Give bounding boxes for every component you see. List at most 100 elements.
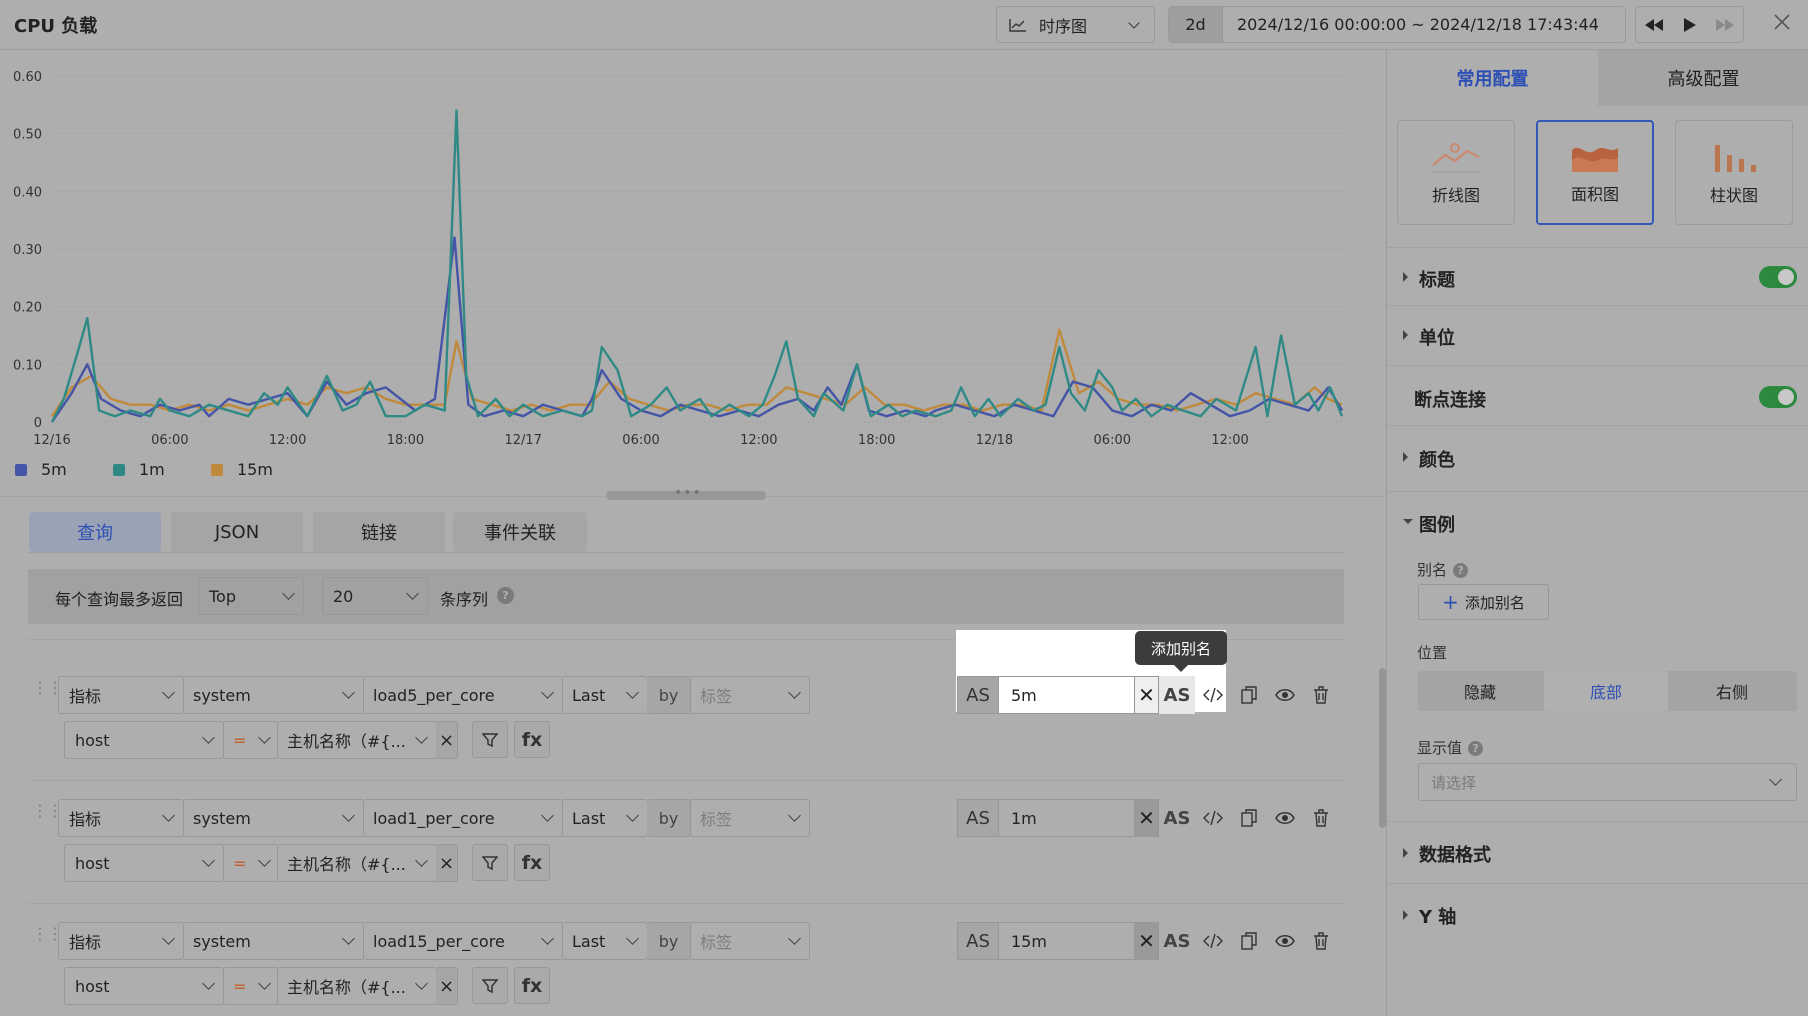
alias-toggle-button[interactable]: AS (1159, 676, 1195, 714)
eye-icon[interactable] (1267, 922, 1303, 960)
filter-remove-icon[interactable]: × (436, 721, 458, 759)
clear-alias-icon[interactable]: ✕ (1135, 676, 1159, 714)
group-by-select[interactable]: 标签 (690, 799, 810, 837)
filter-remove-icon[interactable]: × (436, 967, 458, 1005)
source-select[interactable]: 指标 (58, 922, 184, 960)
function-icon[interactable]: fx (514, 844, 550, 881)
filter-value-select[interactable]: 主机名称（#{... (277, 844, 437, 882)
position-hide[interactable]: 隐藏 (1418, 671, 1542, 711)
tab-query[interactable]: 查询 (29, 512, 161, 552)
code-icon[interactable] (1195, 676, 1231, 714)
aggregation-select[interactable]: Last (562, 676, 648, 714)
filter-icon[interactable] (472, 967, 508, 1004)
field-select[interactable]: load15_per_core (363, 922, 563, 960)
section-legend: 图例 别名? + 添加别名 位置 隐藏 底部 右侧 显示值? 请选择 (1387, 491, 1808, 821)
legend-item-5m[interactable]: 5m (15, 460, 67, 479)
limit-count-select[interactable]: 20 (322, 577, 428, 615)
tab-advanced-config[interactable]: 高级配置 (1598, 50, 1808, 106)
close-icon[interactable] (1774, 14, 1796, 36)
legend-item-1m[interactable]: 1m (113, 460, 165, 479)
copy-icon[interactable] (1231, 799, 1267, 837)
fast-forward-icon[interactable] (1707, 18, 1743, 31)
legend-item-15m[interactable]: 15m (211, 460, 273, 479)
filter-value-select[interactable]: 主机名称（#{... (277, 967, 437, 1005)
chart-type-area[interactable]: 面积图 (1536, 120, 1654, 225)
connect-toggle[interactable] (1759, 386, 1797, 408)
trash-icon[interactable] (1303, 676, 1339, 714)
filter-icon[interactable] (472, 721, 508, 758)
section-data-format[interactable]: 数据格式 (1387, 821, 1808, 883)
tab-event-correlation[interactable]: 事件关联 (453, 512, 587, 552)
group-by-select[interactable]: 标签 (690, 922, 810, 960)
function-icon[interactable]: fx (514, 967, 550, 1004)
alias-toggle-button[interactable]: AS (1159, 922, 1195, 960)
trash-icon[interactable] (1303, 922, 1339, 960)
position-bottom[interactable]: 底部 (1544, 671, 1668, 711)
add-alias-button[interactable]: + 添加别名 (1418, 584, 1549, 620)
resize-handle[interactable]: ••• (606, 485, 766, 501)
alias-input[interactable]: 15m (999, 922, 1135, 960)
caret-right-icon (1403, 848, 1408, 858)
filter-key-select[interactable]: host (64, 967, 224, 1005)
source-select[interactable]: 指标 (58, 676, 184, 714)
copy-icon[interactable] (1231, 922, 1267, 960)
filter-key-select[interactable]: host (64, 721, 224, 759)
filter-op-select[interactable]: = (223, 721, 278, 759)
view-type-select[interactable]: 时序图 (996, 6, 1155, 43)
function-icon[interactable]: fx (514, 721, 550, 758)
drag-handle-icon[interactable]: ⋮⋮ (32, 803, 63, 819)
chart-type-bar[interactable]: 柱状图 (1675, 120, 1793, 225)
vertical-scrollbar[interactable] (1379, 668, 1386, 828)
measurement-select[interactable]: system (183, 676, 364, 714)
alias-input[interactable]: 1m (999, 799, 1135, 837)
eye-icon[interactable] (1267, 799, 1303, 837)
filter-remove-icon[interactable]: × (436, 844, 458, 882)
alias-input[interactable]: 5m (999, 676, 1135, 714)
chart-type-line[interactable]: 折线图 (1397, 120, 1515, 225)
range-preset[interactable]: 2d (1169, 7, 1223, 42)
aggregation-select[interactable]: Last (562, 922, 648, 960)
tab-common-config[interactable]: 常用配置 (1387, 50, 1598, 106)
clear-alias-icon[interactable]: ✕ (1135, 922, 1159, 960)
drag-handle-icon[interactable]: ⋮⋮ (32, 680, 63, 696)
help-icon[interactable]: ? (1453, 563, 1469, 578)
limit-mode-select[interactable]: Top (198, 577, 304, 615)
drag-handle-icon[interactable]: ⋮⋮ (32, 926, 63, 942)
section-title[interactable]: 标题 (1387, 247, 1808, 305)
measurement-select[interactable]: system (183, 799, 364, 837)
section-color[interactable]: 颜色 (1387, 425, 1808, 485)
eye-icon[interactable] (1267, 676, 1303, 714)
section-unit[interactable]: 单位 (1387, 305, 1808, 365)
tab-link[interactable]: 链接 (313, 512, 445, 552)
time-range-picker[interactable]: 2d 2024/12/16 00:00:00 ~ 2024/12/18 17:4… (1168, 6, 1626, 43)
caret-down-icon[interactable] (1403, 519, 1413, 524)
code-icon[interactable] (1195, 799, 1231, 837)
help-icon[interactable]: ? (1468, 741, 1484, 756)
field-select[interactable]: load5_per_core (363, 676, 563, 714)
filter-value-select[interactable]: 主机名称（#{... (277, 721, 437, 759)
filter-op-select[interactable]: = (223, 844, 278, 882)
filter-op-select[interactable]: = (223, 967, 278, 1005)
code-icon[interactable] (1195, 922, 1231, 960)
display-value-select[interactable]: 请选择 (1418, 763, 1797, 801)
series-line-1m[interactable] (50, 109, 1344, 423)
aggregation-select[interactable]: Last (562, 799, 648, 837)
position-right[interactable]: 右侧 (1670, 671, 1794, 711)
measurement-select[interactable]: system (183, 922, 364, 960)
source-select[interactable]: 指标 (58, 799, 184, 837)
help-icon[interactable]: ? (497, 587, 514, 604)
copy-icon[interactable] (1231, 676, 1267, 714)
series-line-5m[interactable] (51, 236, 1344, 423)
filter-icon[interactable] (472, 844, 508, 881)
group-by-select[interactable]: 标签 (690, 676, 810, 714)
clear-alias-icon[interactable]: ✕ (1135, 799, 1159, 837)
rewind-icon[interactable] (1636, 18, 1672, 31)
trash-icon[interactable] (1303, 799, 1339, 837)
alias-toggle-button[interactable]: AS (1159, 799, 1195, 837)
field-select[interactable]: load1_per_core (363, 799, 563, 837)
play-icon[interactable] (1672, 17, 1708, 32)
tab-json[interactable]: JSON (171, 512, 303, 552)
title-toggle[interactable] (1759, 266, 1797, 288)
filter-key-select[interactable]: host (64, 844, 224, 882)
section-y-axis[interactable]: Y 轴 (1387, 883, 1808, 945)
